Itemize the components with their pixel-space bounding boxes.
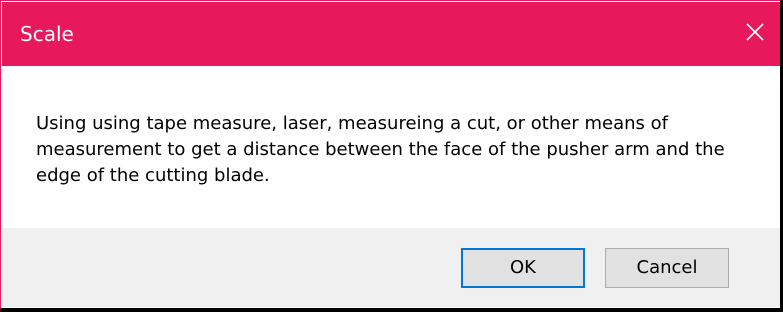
title-bar[interactable]: Scale <box>2 2 780 66</box>
dialog-content: Using using tape measure, laser, measure… <box>2 66 780 228</box>
cancel-button[interactable]: Cancel <box>605 248 729 288</box>
scale-dialog: Scale Using using tape measure, laser, m… <box>0 0 783 312</box>
dialog-frame: Scale Using using tape measure, laser, m… <box>0 0 782 310</box>
dialog-footer: OK Cancel <box>2 228 780 307</box>
close-icon <box>746 23 764 41</box>
close-button[interactable] <box>722 2 780 66</box>
dialog-title: Scale <box>20 22 74 46</box>
ok-button[interactable]: OK <box>461 248 585 288</box>
dialog-message: Using using tape measure, laser, measure… <box>36 113 725 186</box>
